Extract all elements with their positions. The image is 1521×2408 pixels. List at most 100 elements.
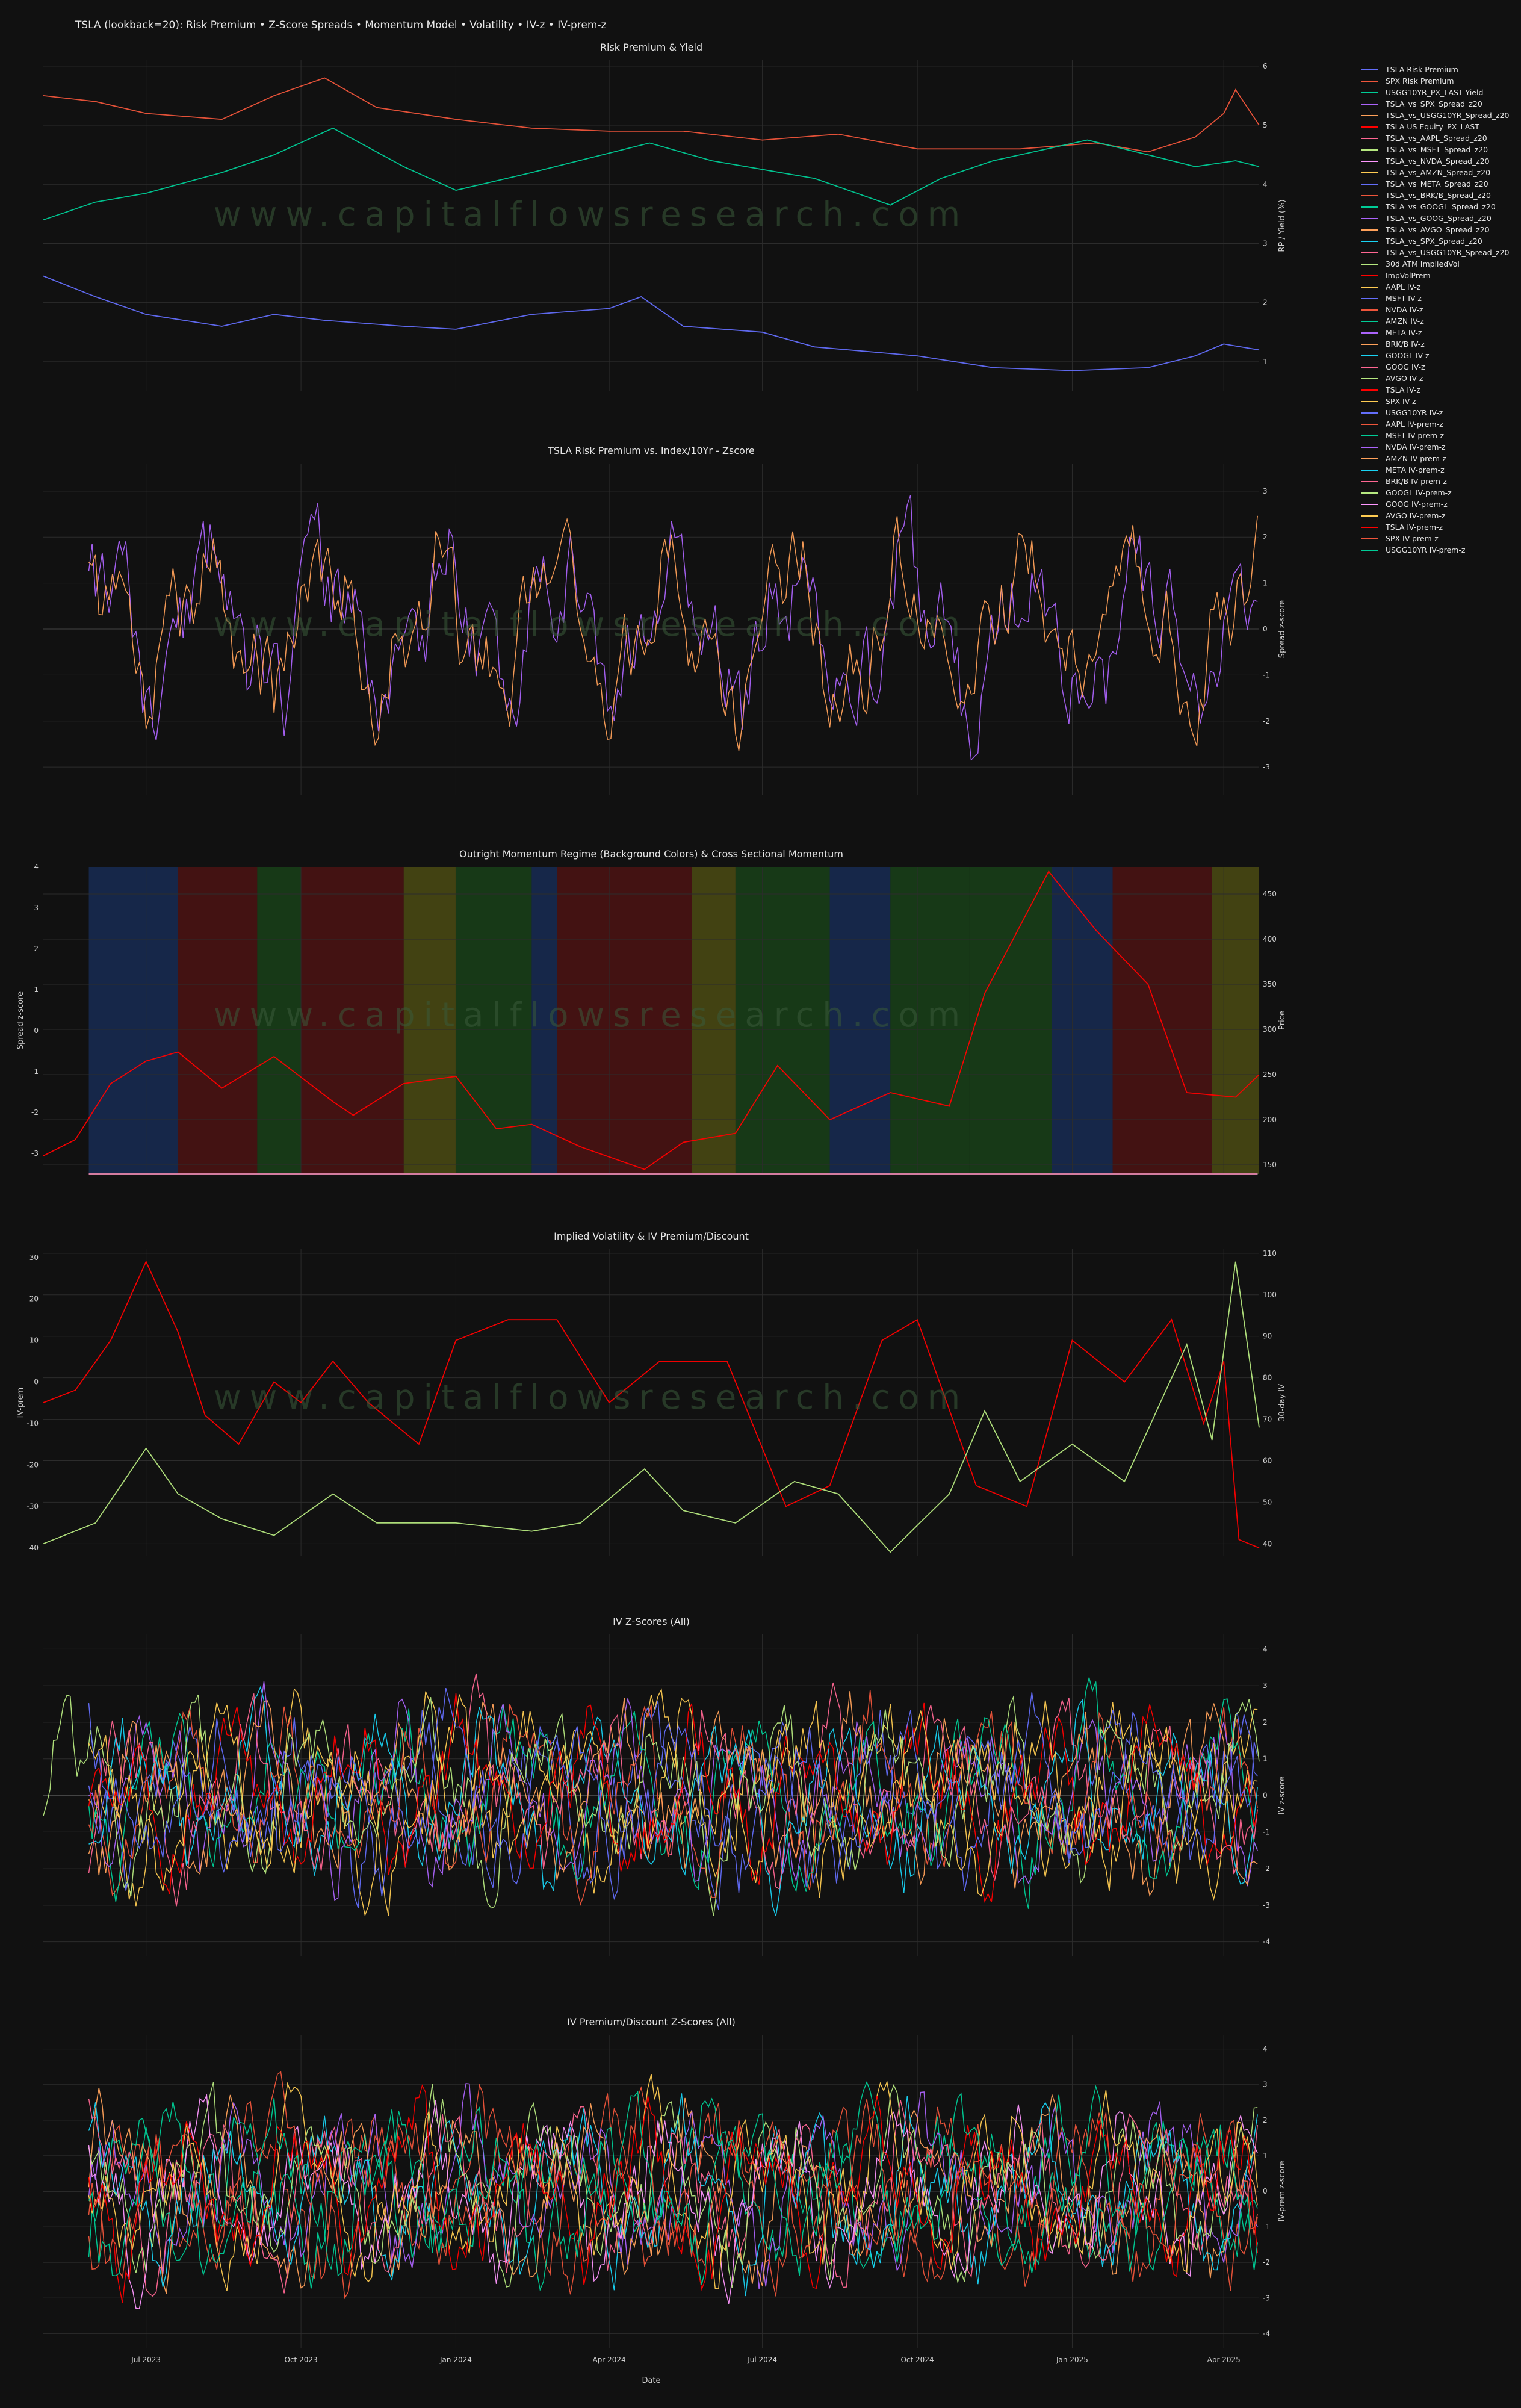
legend-item[interactable]: GOOG IV-prem-z	[1361, 498, 1518, 510]
legend-label: SPX Risk Premium	[1386, 76, 1454, 85]
watermark: www.capitalflowsresearch.com	[214, 1378, 968, 1417]
legend-item[interactable]: NVDA IV-z	[1361, 304, 1518, 315]
y2-tick-label: 2	[1263, 2116, 1268, 2124]
y2-tick-label: 200	[1263, 1116, 1277, 1124]
legend-item[interactable]: GOOG IV-z	[1361, 361, 1518, 373]
legend-item[interactable]: TSLA_vs_GOOGL_Spread_z20	[1361, 201, 1518, 213]
y2-tick-label: -2	[1263, 717, 1270, 725]
legend-item[interactable]: BRK/B IV-z	[1361, 338, 1518, 350]
legend-item[interactable]: SPX Risk Premium	[1361, 75, 1518, 87]
legend-label: TSLA Risk Premium	[1386, 65, 1458, 74]
legend-item[interactable]: SPX IV-z	[1361, 396, 1518, 407]
legend-item[interactable]: META IV-z	[1361, 327, 1518, 338]
legend-swatch	[1361, 469, 1378, 471]
legend-item[interactable]: AVGO IV-prem-z	[1361, 510, 1518, 521]
legend-label: NVDA IV-prem-z	[1386, 442, 1446, 452]
legend-item[interactable]: USGG10YR_PX_LAST Yield	[1361, 87, 1518, 98]
legend-label: META IV-z	[1386, 328, 1422, 337]
legend-swatch	[1361, 332, 1378, 334]
legend-item[interactable]: TSLA_vs_NVDA_Spread_z20	[1361, 155, 1518, 167]
subplot-title: IV Premium/Discount Z-Scores (All)	[567, 2016, 736, 2028]
y-tick-label: 2	[34, 945, 39, 953]
legend-label: TSLA_vs_GOOGL_Spread_z20	[1386, 202, 1496, 211]
y2-tick-label: 450	[1263, 890, 1277, 898]
y2-tick-label: 150	[1263, 1161, 1277, 1169]
legend-item[interactable]: TSLA IV-z	[1361, 384, 1518, 396]
legend-item[interactable]: TSLA_vs_AMZN_Spread_z20	[1361, 167, 1518, 178]
legend-label: SPX IV-z	[1386, 397, 1416, 406]
legend-item[interactable]: TSLA US Equity_PX_LAST	[1361, 121, 1518, 132]
legend-item[interactable]: GOOGL IV-z	[1361, 350, 1518, 361]
legend-swatch	[1361, 286, 1378, 288]
legend-item[interactable]: AVGO IV-z	[1361, 373, 1518, 384]
legend-label: BRK/B IV-z	[1386, 340, 1425, 349]
subplot-title: Risk Premium & Yield	[600, 42, 702, 53]
y-axis-label: Spread z-score	[16, 991, 25, 1049]
x-tick-label: Oct 2024	[900, 2356, 934, 2364]
subplot-6: IV Premium/Discount Z-Scores (All) -4 -3 -2…	[43, 2016, 1287, 2385]
y2-tick-label: -3	[1263, 2294, 1270, 2302]
y-tick-label: -40	[26, 1544, 39, 1552]
legend-item[interactable]: GOOGL IV-prem-z	[1361, 487, 1518, 498]
legend-item[interactable]: NVDA IV-prem-z	[1361, 441, 1518, 453]
legend-swatch	[1361, 400, 1378, 402]
y-tick-label: -20	[26, 1460, 39, 1469]
y2-tick-label: 110	[1263, 1249, 1277, 1258]
legend-swatch	[1361, 297, 1378, 299]
legend-item[interactable]: SPX IV-prem-z	[1361, 533, 1518, 544]
legend-item[interactable]: TSLA_vs_AVGO_Spread_z20	[1361, 224, 1518, 235]
legend-item[interactable]: TSLA_vs_BRK/B_Spread_z20	[1361, 190, 1518, 201]
y2-tick-label: 60	[1263, 1456, 1272, 1465]
legend-item[interactable]: MSFT IV-prem-z	[1361, 430, 1518, 441]
legend-label: AMZN IV-prem-z	[1386, 454, 1446, 463]
legend-item[interactable]: META IV-prem-z	[1361, 464, 1518, 476]
legend-label: AAPL IV-z	[1386, 282, 1421, 291]
y2-tick-label: 300	[1263, 1025, 1277, 1034]
legend-item[interactable]: AMZN IV-z	[1361, 315, 1518, 327]
legend-label: USGG10YR IV-prem-z	[1386, 545, 1466, 554]
legend-item[interactable]: MSFT IV-z	[1361, 293, 1518, 304]
legend-item[interactable]: TSLA_vs_USGG10YR_Spread_z20	[1361, 247, 1518, 258]
legend-item[interactable]: AAPL IV-prem-z	[1361, 418, 1518, 430]
subplot-3: Outright Momentum Regime (Background Col…	[16, 848, 1287, 1175]
y2-tick-label: -4	[1263, 2329, 1270, 2338]
legend-item[interactable]: TSLA_vs_SPX_Spread_z20	[1361, 235, 1518, 247]
legend-item[interactable]: USGG10YR IV-z	[1361, 407, 1518, 418]
legend-item[interactable]: TSLA_vs_MSFT_Spread_z20	[1361, 144, 1518, 155]
legend-label: TSLA_vs_SPX_Spread_z20	[1386, 237, 1482, 246]
y2-tick-label: 250	[1263, 1070, 1277, 1079]
legend-swatch	[1361, 377, 1378, 379]
y2-tick-label: 4	[1263, 2045, 1268, 2053]
y-tick-label: -1	[31, 1067, 39, 1076]
y2-tick-label: -3	[1263, 763, 1270, 771]
legend-item[interactable]: TSLA_vs_SPX_Spread_z20	[1361, 98, 1518, 110]
series-line	[88, 1677, 1258, 1909]
legend-item[interactable]: ImpVolPrem	[1361, 270, 1518, 281]
legend-item[interactable]: 30d ATM ImpliedVol	[1361, 258, 1518, 270]
legend-label: GOOGL IV-prem-z	[1386, 488, 1452, 497]
legend-item[interactable]: TSLA Risk Premium	[1361, 64, 1518, 75]
legend-item[interactable]: USGG10YR IV-prem-z	[1361, 544, 1518, 556]
y2-axis-label: RP / Yield (%)	[1278, 199, 1287, 252]
legend-item[interactable]: TSLA IV-prem-z	[1361, 521, 1518, 533]
y2-axis-label: 30-day IV	[1278, 1384, 1287, 1421]
legend-swatch	[1361, 252, 1378, 253]
legend-swatch	[1361, 492, 1378, 494]
legend-item[interactable]: TSLA_vs_AAPL_Spread_z20	[1361, 132, 1518, 144]
y2-tick-label: 2	[1263, 533, 1268, 541]
y2-tick-label: -3	[1263, 1901, 1270, 1910]
legend-swatch	[1361, 172, 1378, 173]
legend-item[interactable]: TSLA_vs_GOOG_Spread_z20	[1361, 213, 1518, 224]
legend-swatch	[1361, 343, 1378, 345]
y2-tick-label: 40	[1263, 1539, 1272, 1548]
legend-swatch	[1361, 229, 1378, 231]
legend-item[interactable]: AMZN IV-prem-z	[1361, 453, 1518, 464]
legend-item[interactable]: BRK/B IV-prem-z	[1361, 476, 1518, 487]
legend-item[interactable]: TSLA_vs_USGG10YR_Spread_z20	[1361, 110, 1518, 121]
legend-item[interactable]: TSLA_vs_META_Spread_z20	[1361, 178, 1518, 190]
x-axis-label: Date	[642, 2376, 660, 2385]
legend-item[interactable]: AAPL IV-z	[1361, 281, 1518, 293]
legend-label: GOOG IV-prem-z	[1386, 500, 1448, 509]
y2-tick-label: 3	[1263, 1681, 1268, 1690]
y2-tick-label: 80	[1263, 1374, 1272, 1382]
